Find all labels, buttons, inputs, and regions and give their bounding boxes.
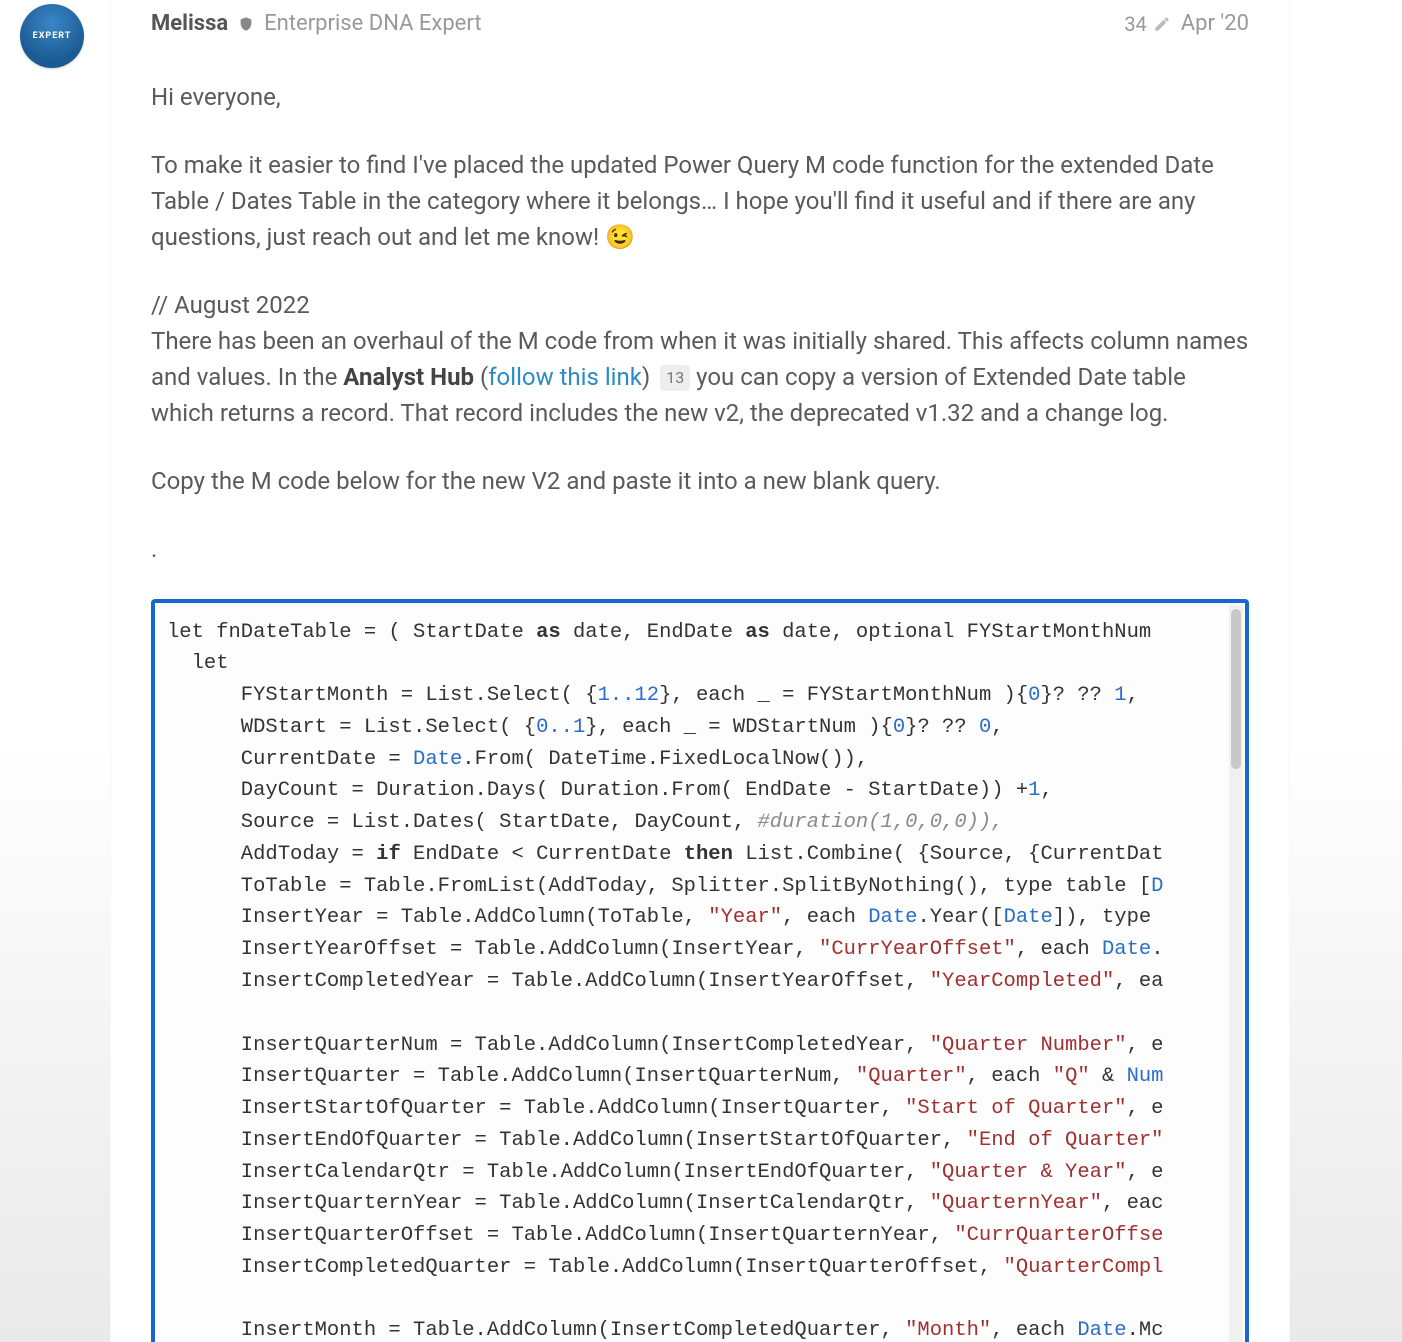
greeting: Hi everyone, <box>151 79 1249 115</box>
post-date[interactable]: Apr '20 <box>1181 10 1249 39</box>
edit-count-value: 34 <box>1124 11 1146 37</box>
edit-count[interactable]: 34 <box>1124 11 1170 37</box>
follow-this-link[interactable]: follow this link <box>488 363 642 391</box>
avatar[interactable]: EXPERT <box>20 4 84 68</box>
author-name[interactable]: Melissa <box>151 10 228 39</box>
code-scroll[interactable]: let fnDateTable = ( StartDate as date, E… <box>155 603 1245 1342</box>
post-container: Melissa Enterprise DNA Expert 34 Apr '20… <box>110 0 1290 1342</box>
shield-icon <box>238 16 254 32</box>
paragraph-copy: Copy the M code below for the new V2 and… <box>151 463 1249 499</box>
code-vertical-scrollbar[interactable] <box>1229 605 1243 1342</box>
author-title: Enterprise DNA Expert <box>264 10 481 39</box>
paragraph-dot: . <box>151 531 1249 567</box>
pencil-icon <box>1153 15 1171 33</box>
paragraph-update: // August 2022 There has been an overhau… <box>151 287 1249 431</box>
post-header: Melissa Enterprise DNA Expert 34 Apr '20 <box>151 6 1249 39</box>
link-click-count: 13 <box>660 365 690 391</box>
analyst-hub-bold: Analyst Hub <box>343 363 474 391</box>
code-vertical-scrollbar-thumb[interactable] <box>1231 609 1241 769</box>
update-tag: // August 2022 <box>151 291 310 319</box>
code-block[interactable]: let fnDateTable = ( StartDate as date, E… <box>151 599 1249 1342</box>
code-content: let fnDateTable = ( StartDate as date, E… <box>155 603 1245 1342</box>
avatar-badge: EXPERT <box>33 31 72 41</box>
post-body: Hi everyone, To make it easier to find I… <box>151 79 1249 567</box>
paragraph-intro: To make it easier to find I've placed th… <box>151 147 1249 255</box>
